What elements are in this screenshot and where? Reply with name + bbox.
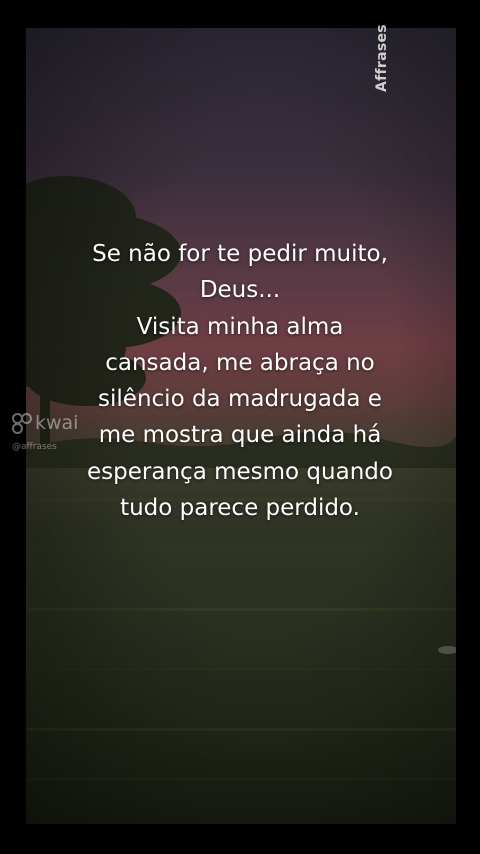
- quote-line: esperança mesmo quando: [87, 458, 393, 485]
- quote-line: Se não for te pedir muito,: [92, 241, 388, 267]
- quote-line: Visita minha alma: [136, 313, 344, 340]
- quote-text: Se não for te pedir muito, Deus... Visit…: [36, 236, 444, 526]
- quote-line: silêncio da madrugada e: [98, 386, 382, 413]
- quote-line: cansada, me abraça no: [105, 349, 375, 376]
- grass-field: [26, 498, 456, 780]
- quote-line: Deus...: [199, 277, 281, 304]
- quote-line: me mostra que ainda há: [98, 422, 382, 449]
- video-screen: Affrases kwai @affrases Se não for te pe…: [0, 0, 480, 854]
- quote-line: tudo parece perdido.: [120, 495, 360, 522]
